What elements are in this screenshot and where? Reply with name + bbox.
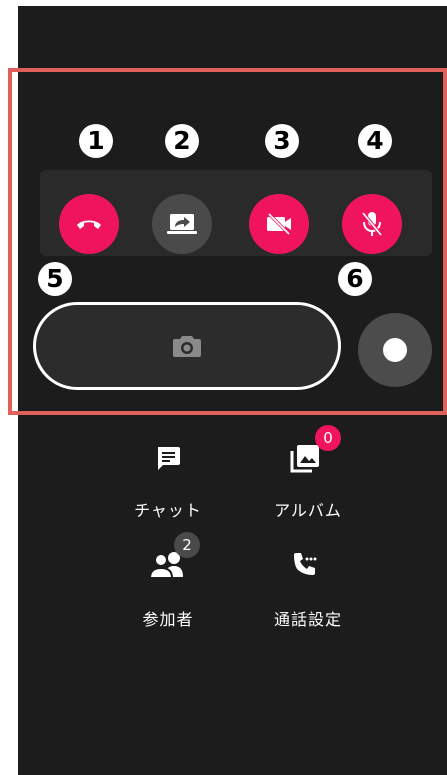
number-badge-3: 3 xyxy=(265,124,299,158)
screen-share-button[interactable] xyxy=(152,194,212,254)
video-off-icon xyxy=(267,212,291,236)
number-badge-4: 4 xyxy=(358,124,392,158)
mic-off-icon xyxy=(361,211,383,237)
album-icon xyxy=(290,445,319,473)
chat-label: チャット xyxy=(134,501,202,520)
chat-icon xyxy=(158,447,180,470)
video-off-button[interactable] xyxy=(249,194,309,254)
mic-mute-button[interactable] xyxy=(342,194,402,254)
call-settings-icon xyxy=(294,553,317,575)
call-settings-button[interactable] xyxy=(288,547,322,581)
album-label: アルバム xyxy=(274,501,342,520)
participants-count-badge: 2 xyxy=(174,532,200,558)
number-badge-1: 1 xyxy=(79,124,113,158)
record-button[interactable] xyxy=(358,313,432,387)
call-settings-label: 通話設定 xyxy=(273,610,342,629)
end-call-button[interactable] xyxy=(59,194,119,254)
number-badge-2: 2 xyxy=(165,124,199,158)
number-badge-5: 5 xyxy=(38,262,72,296)
screen-share-icon xyxy=(167,214,197,234)
camera-capture-button[interactable] xyxy=(33,302,341,390)
participants-label: 参加者 xyxy=(142,610,194,629)
record-icon xyxy=(383,338,407,362)
album-count-badge: 0 xyxy=(315,425,341,451)
camera-icon xyxy=(173,336,201,357)
number-badge-6: 6 xyxy=(338,262,372,296)
phone-hangup-icon xyxy=(77,220,101,229)
chat-button[interactable] xyxy=(150,440,186,476)
